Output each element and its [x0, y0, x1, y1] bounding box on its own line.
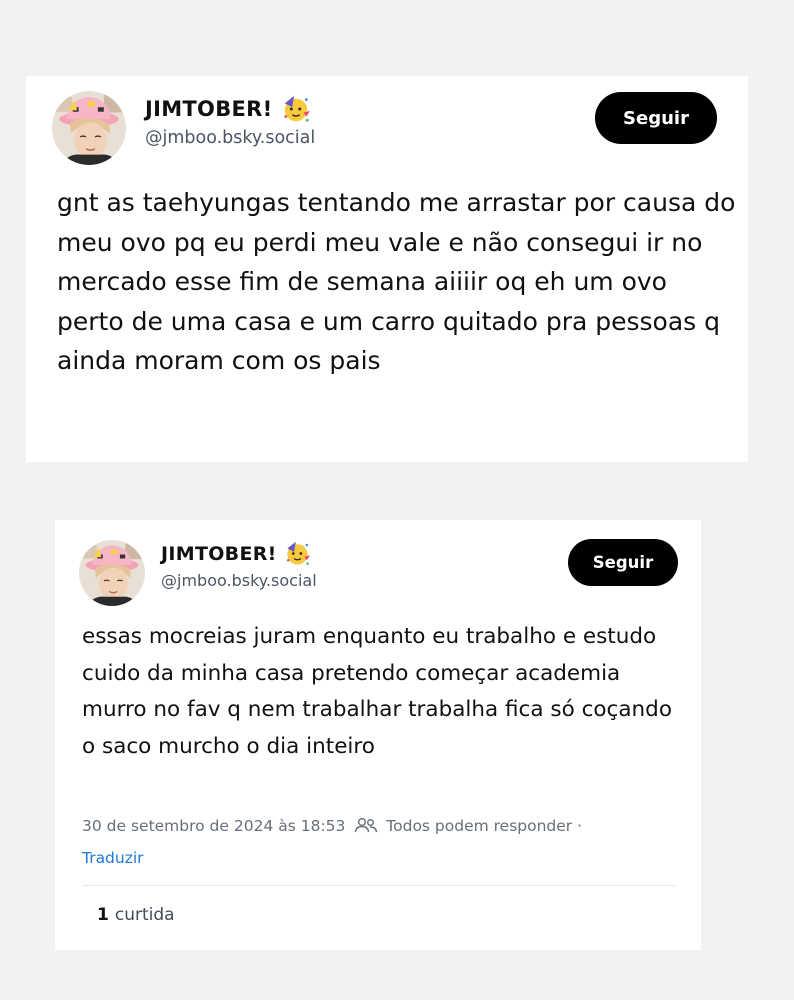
display-name[interactable]: JIMTOBER!	[145, 97, 273, 121]
likes-summary[interactable]: 1 curtida	[97, 905, 175, 925]
author-handle[interactable]: @jmboo.bsky.social	[145, 128, 315, 148]
avatar[interactable]	[52, 91, 126, 165]
like-label: curtida	[114, 905, 175, 925]
divider	[82, 885, 676, 886]
display-name[interactable]: JIMTOBER!	[161, 543, 277, 565]
post-text: gnt as taehyungas tentando me arrastar p…	[57, 188, 736, 375]
author-handle[interactable]: @jmboo.bsky.social	[161, 571, 317, 590]
author-name-row: JIMTOBER!	[145, 94, 311, 124]
author-name-row: JIMTOBER!	[161, 540, 311, 567]
reply-setting: Todos podem responder	[386, 817, 573, 835]
screenshot-page: JIMTOBER! @jmboo.bsky.social Seguir gnt …	[0, 0, 794, 1000]
follow-button[interactable]: Seguir	[595, 92, 717, 144]
partying-face-emoji-icon	[285, 541, 311, 566]
partying-face-emoji-icon	[283, 95, 311, 123]
people-icon	[355, 818, 378, 833]
post-card: JIMTOBER! @jmboo.bsky.social Seguir essa…	[55, 520, 701, 950]
avatar[interactable]	[79, 540, 145, 606]
post-text: essas mocreias juram enquanto eu trabalh…	[82, 624, 672, 759]
meta-separator: ·	[577, 817, 583, 835]
follow-button[interactable]: Seguir	[568, 539, 678, 586]
like-count: 1	[97, 905, 109, 925]
post-timestamp: 30 de setembro de 2024 às 18:53	[82, 817, 346, 835]
post-card: JIMTOBER! @jmboo.bsky.social Seguir gnt …	[26, 76, 748, 462]
post-meta: 30 de setembro de 2024 às 18:53 Todos po…	[82, 810, 682, 874]
translate-link[interactable]: Traduzir	[82, 849, 144, 867]
